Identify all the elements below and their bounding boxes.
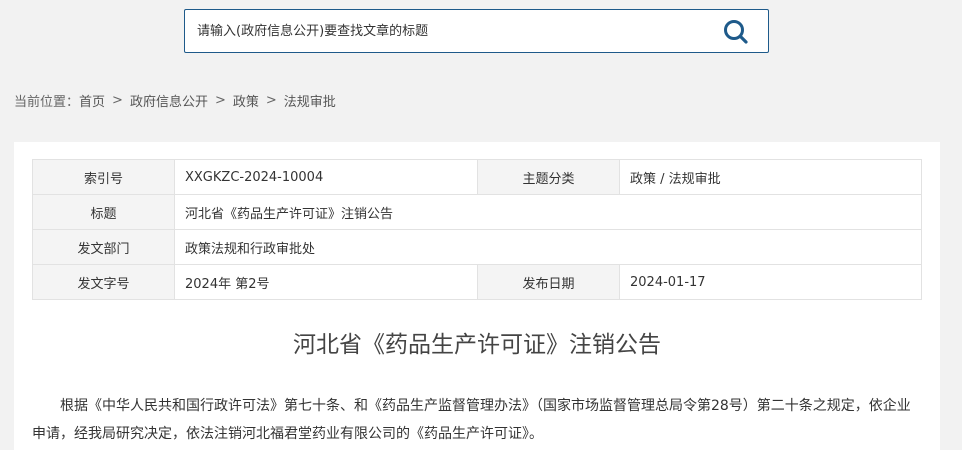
breadcrumb: 当前位置： 首页 > 政府信息公开 > 政策 > 法规审批 [14, 90, 336, 110]
search-icon [724, 20, 748, 44]
content-panel: 索引号 XXGKZC-2024-10004 主题分类 政策 / 法规审批 标题 … [14, 142, 940, 450]
metadata-table: 索引号 XXGKZC-2024-10004 主题分类 政策 / 法规审批 标题 … [32, 159, 922, 300]
search-box [184, 9, 769, 53]
dept-label: 发文部门 [32, 229, 175, 265]
title-value: 河北省《药品生产许可证》注销公告 [174, 194, 922, 230]
breadcrumb-regulation[interactable]: 法规审批 [284, 91, 336, 110]
table-row: 标题 河北省《药品生产许可证》注销公告 [32, 194, 922, 230]
dept-value: 政策法规和行政审批处 [174, 229, 922, 265]
index-label: 索引号 [32, 159, 175, 195]
breadcrumb-separator: > [214, 92, 226, 108]
date-value: 2024-01-17 [619, 264, 922, 300]
search-button[interactable] [722, 18, 750, 46]
article-body: 根据《中华人民共和国行政许可法》第七十条、和《药品生产监督管理办法》（国家市场监… [32, 398, 911, 442]
topic-label: 主题分类 [477, 159, 620, 195]
breadcrumb-gov-info[interactable]: 政府信息公开 [130, 91, 208, 110]
breadcrumb-policy[interactable]: 政策 [233, 91, 259, 110]
index-value: XXGKZC-2024-10004 [174, 159, 478, 195]
article-title: 河北省《药品生产许可证》注销公告 [293, 332, 661, 358]
breadcrumb-prefix: 当前位置： [14, 94, 80, 110]
breadcrumb-separator: > [112, 92, 123, 108]
table-row: 索引号 XXGKZC-2024-10004 主题分类 政策 / 法规审批 [32, 159, 922, 195]
search-input[interactable] [197, 10, 717, 52]
title-label: 标题 [32, 194, 175, 230]
breadcrumb-home[interactable]: 首页 [79, 91, 105, 110]
docno-value: 2024年 第2号 [174, 264, 478, 300]
table-row: 发文部门 政策法规和行政审批处 [32, 229, 922, 265]
topic-value: 政策 / 法规审批 [619, 159, 922, 195]
docno-label: 发文字号 [32, 264, 175, 300]
date-label: 发布日期 [477, 264, 620, 300]
table-row: 发文字号 2024年 第2号 发布日期 2024-01-17 [32, 264, 922, 300]
breadcrumb-separator: > [265, 92, 277, 108]
